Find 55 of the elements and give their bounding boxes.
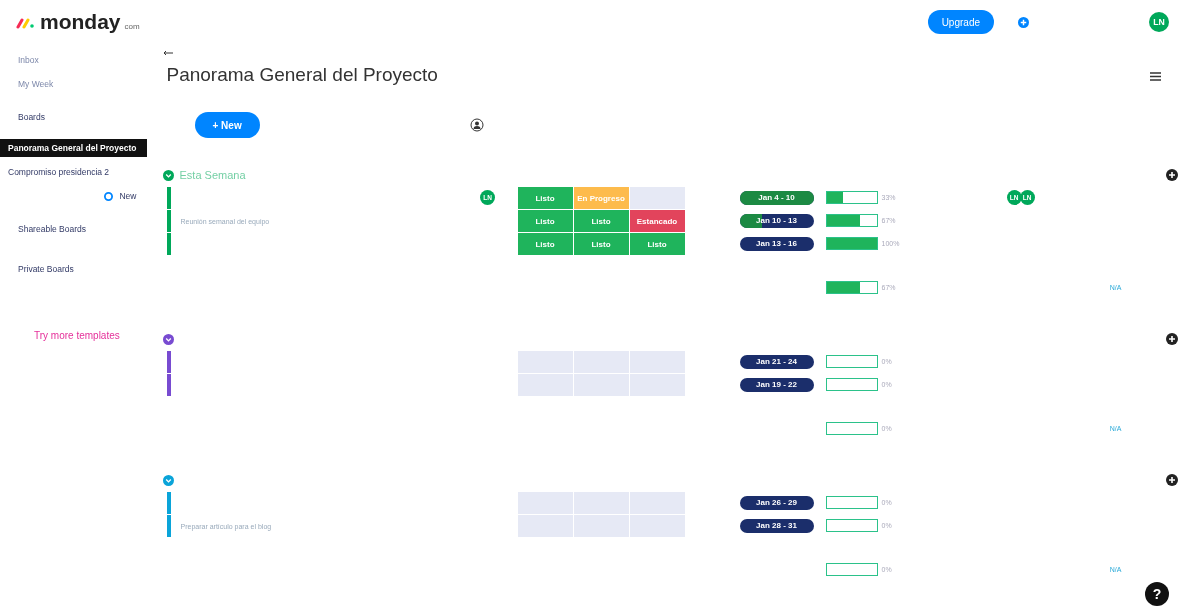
plus-icon bbox=[104, 191, 114, 201]
person-filter-icon[interactable] bbox=[469, 118, 484, 132]
new-board-link[interactable]: New bbox=[0, 187, 147, 205]
board-title: Panorama General del Proyecto bbox=[166, 64, 438, 86]
menu-icon[interactable] bbox=[1150, 72, 1161, 81]
add-column-icon[interactable] bbox=[1165, 169, 1178, 181]
status-cell[interactable] bbox=[517, 515, 573, 537]
status-cell[interactable]: Listo bbox=[629, 233, 685, 255]
back-arrow-icon[interactable] bbox=[162, 50, 173, 56]
status-cell[interactable]: Listo bbox=[573, 210, 629, 232]
sidebar-item[interactable]: Compromiso presidencia 2 bbox=[0, 163, 147, 181]
status-cell[interactable] bbox=[629, 187, 685, 209]
user-avatar[interactable]: LN bbox=[1149, 12, 1169, 32]
status-cell[interactable] bbox=[629, 492, 685, 514]
logo-icon bbox=[16, 17, 36, 29]
group-title: Esta Semana bbox=[179, 169, 246, 181]
status-cell[interactable]: Listo bbox=[573, 233, 629, 255]
collapse-icon[interactable] bbox=[162, 333, 174, 345]
status-cell[interactable] bbox=[629, 374, 685, 396]
timeline-pill[interactable]: Jan 21 - 24 bbox=[739, 354, 814, 369]
add-column-icon[interactable] bbox=[1165, 333, 1178, 345]
upgrade-button[interactable]: Upgrade bbox=[927, 10, 994, 34]
collapse-icon[interactable] bbox=[162, 169, 174, 181]
timeline-pill[interactable]: Jan 28 - 31 bbox=[739, 518, 814, 533]
sidebar-item[interactable]: Private Boards bbox=[0, 260, 147, 278]
status-cell[interactable]: Estancado bbox=[629, 210, 685, 232]
status-cell[interactable] bbox=[517, 492, 573, 514]
timeline-pill[interactable]: Jan 26 - 29 bbox=[739, 495, 814, 510]
collapse-icon[interactable] bbox=[162, 474, 174, 486]
sidebar-item[interactable]: Try more templates bbox=[0, 326, 147, 345]
sidebar-item[interactable]: Inbox bbox=[0, 51, 147, 69]
status-cell[interactable]: Listo bbox=[517, 233, 573, 255]
monday-logo: monday com bbox=[16, 10, 140, 34]
status-cell[interactable] bbox=[517, 351, 573, 373]
timeline-pill[interactable]: Jan 10 - 13 bbox=[739, 213, 814, 228]
status-cell[interactable]: Listo bbox=[517, 210, 573, 232]
sidebar-item[interactable]: Boards bbox=[0, 108, 147, 126]
sidebar-item[interactable]: My Week bbox=[0, 75, 147, 93]
status-cell[interactable] bbox=[573, 351, 629, 373]
add-column-icon[interactable] bbox=[1165, 474, 1178, 486]
status-cell[interactable] bbox=[573, 515, 629, 537]
status-cell[interactable] bbox=[517, 374, 573, 396]
timeline-pill[interactable]: Jan 13 - 16 bbox=[739, 236, 814, 251]
help-button[interactable]: ? bbox=[1145, 582, 1169, 606]
sidebar-item[interactable]: Shareable Boards bbox=[0, 220, 147, 238]
timeline-pill[interactable]: Jan 19 - 22 bbox=[739, 377, 814, 392]
status-cell[interactable] bbox=[573, 374, 629, 396]
status-cell[interactable]: Listo bbox=[517, 187, 573, 209]
timeline-pill[interactable]: Jan 4 - 10 bbox=[739, 190, 814, 205]
sidebar-item[interactable]: Panorama General del Proyecto bbox=[0, 139, 147, 157]
status-cell[interactable] bbox=[629, 515, 685, 537]
new-item-button[interactable]: + New bbox=[194, 112, 260, 138]
status-cell[interactable] bbox=[573, 492, 629, 514]
status-cell[interactable] bbox=[629, 351, 685, 373]
invite-icon[interactable] bbox=[1018, 16, 1029, 28]
